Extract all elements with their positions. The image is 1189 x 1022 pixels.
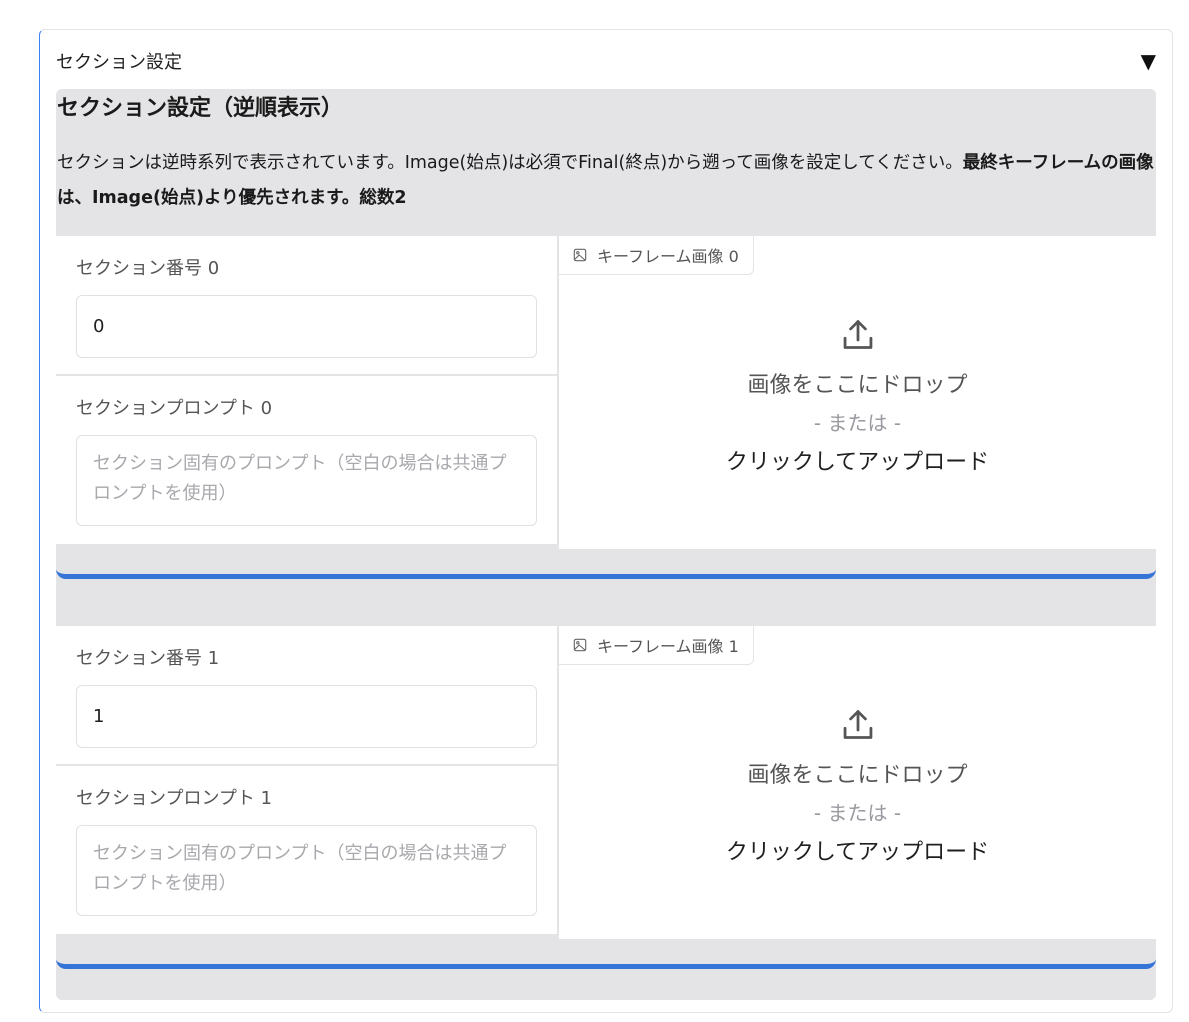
section-left-column: セクション番号 0 セクションプロンプト 0 [56, 236, 557, 544]
keyframe-image-label-tab: キーフレーム画像 1 [559, 626, 754, 665]
or-separator-text: - または - [813, 411, 902, 435]
keyframe-image-label: キーフレーム画像 0 [597, 247, 739, 266]
section-number-field: セクション番号 0 [56, 236, 557, 374]
section-divider [56, 561, 1156, 579]
section-settings-accordion: セクション設定 ▼ セクション設定（逆順表示） セクションは逆時系列で表示されて… [39, 29, 1173, 1013]
accordion-header[interactable]: セクション設定 ▼ [56, 47, 1156, 75]
drop-here-text: 画像をここにドロップ [747, 763, 968, 788]
or-separator-text: - または - [813, 801, 902, 825]
keyframe-image-label: キーフレーム画像 1 [597, 637, 739, 656]
collapse-triangle-icon[interactable]: ▼ [1141, 51, 1156, 71]
section-prompt-field: セクションプロンプト 0 [56, 376, 557, 544]
section-prompt-label: セクションプロンプト 1 [76, 788, 273, 809]
description-text: セクションは逆時系列で表示されています。Image(始点)は必須でFinal(終… [57, 153, 963, 173]
section-prompt-textarea[interactable] [76, 435, 537, 526]
keyframe-image-upload: キーフレーム画像 0 画像をここにドロップ - または - クリックしてアップロ… [559, 236, 1156, 549]
accordion-body: セクション設定（逆順表示） セクションは逆時系列で表示されています。Image(… [56, 89, 1156, 1000]
image-drop-zone[interactable]: 画像をここにドロップ - または - クリックしてアップロード [559, 706, 1156, 866]
section-prompt-textarea[interactable] [76, 825, 537, 916]
section-number-input[interactable] [76, 295, 537, 358]
section-left-column: セクション番号 1 セクションプロンプト 1 [56, 626, 557, 934]
upload-icon [843, 320, 872, 349]
section-prompt-label: セクションプロンプト 0 [76, 398, 273, 419]
section-block-0: セクション番号 0 セクションプロンプト 0 キーフレーム画像 0 [56, 236, 1156, 579]
accordion-title: セクション設定 [56, 52, 182, 73]
section-number-field: セクション番号 1 [56, 626, 557, 764]
section-number-label: セクション番号 0 [76, 258, 220, 279]
section-description: セクションは逆時系列で表示されています。Image(始点)は必須でFinal(終… [57, 146, 1155, 216]
section-settings-heading: セクション設定（逆順表示） [57, 96, 344, 121]
click-upload-text: クリックしてアップロード [725, 840, 990, 865]
drop-here-text: 画像をここにドロップ [747, 373, 968, 398]
section-number-input[interactable] [76, 685, 537, 748]
upload-icon [843, 710, 872, 739]
section-prompt-field: セクションプロンプト 1 [56, 766, 557, 934]
image-drop-zone[interactable]: 画像をここにドロップ - または - クリックしてアップロード [559, 316, 1156, 476]
section-block-1: セクション番号 1 セクションプロンプト 1 キーフレーム画像 1 [56, 626, 1156, 969]
section-number-label: セクション番号 1 [76, 648, 220, 669]
keyframe-image-upload: キーフレーム画像 1 画像をここにドロップ - または - クリックしてアップロ… [559, 626, 1156, 939]
image-icon [573, 638, 587, 652]
section-divider [56, 951, 1156, 969]
keyframe-image-label-tab: キーフレーム画像 0 [559, 236, 754, 275]
image-icon [573, 248, 587, 262]
click-upload-text: クリックしてアップロード [725, 450, 990, 475]
